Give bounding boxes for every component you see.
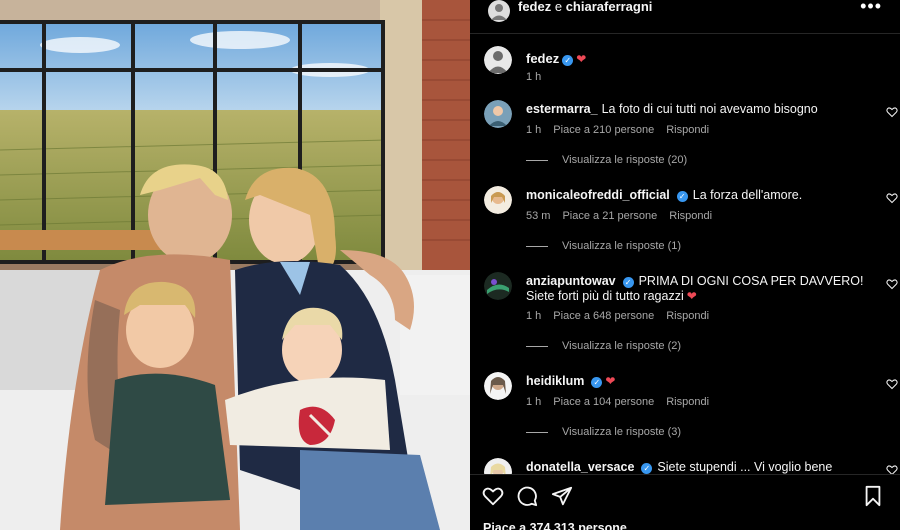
comment-username[interactable]: monicaleofreddi_official (526, 188, 670, 202)
red-heart-icon: ❤ (605, 374, 616, 388)
header-title: fedez e chiaraferragni (518, 0, 652, 14)
view-replies-button[interactable]: Visualizza le risposte (2) (526, 340, 681, 352)
caption-avatar[interactable] (484, 46, 512, 74)
caption-time: 1 h (526, 71, 542, 83)
comment-avatar[interactable] (484, 272, 512, 300)
comment-avatar[interactable] (484, 458, 512, 474)
view-replies-label[interactable]: Visualizza le risposte (1) (562, 240, 681, 252)
comment-text: monicaleofreddi_official ✓ La forza dell'a… (526, 188, 866, 203)
comment-item: estermarra_ La foto di cui tutti noi avev… (484, 100, 898, 170)
view-replies-button[interactable]: Visualizza le risposte (20) (526, 154, 687, 166)
comment-item: monicaleofreddi_official ✓ La forza dell'a… (484, 186, 898, 256)
comment-body: La foto di cui tutti noi avevamo bisogno (601, 102, 818, 116)
family-photo-illustration (0, 0, 470, 530)
replies-dash (526, 159, 548, 161)
comment-meta: 1 h Piace a 648 persone Rispondi (526, 310, 721, 322)
comment-text: anziapuntowav ✓ PRIMA DI OGNI COSA PER DAV… (526, 274, 866, 304)
comment-text: estermarra_ La foto di cui tutti noi avev… (526, 102, 866, 117)
comment-like-heart-icon[interactable] (886, 106, 898, 118)
reply-button[interactable]: Rispondi (666, 310, 709, 322)
comment-item: donatella_versace ✓ Siete stupendi ... Vi … (484, 458, 898, 474)
comment-likes[interactable]: Piace a 210 persone (553, 124, 654, 136)
reply-button[interactable]: Rispondi (666, 396, 709, 408)
comment-avatar[interactable] (484, 186, 512, 214)
verified-badge-icon: ✓ (641, 463, 653, 474)
comment-time: 53 m (526, 210, 551, 222)
comment-item: heidiklum ✓ ❤ 1 h Piace a 104 persone Rispon… (484, 372, 898, 442)
replies-dash (526, 245, 548, 247)
comment-like-heart-icon[interactable] (886, 192, 898, 204)
comments-scroll[interactable]: fedez ✓ ❤ 1 h estermarra_ La foto di cui tu… (470, 34, 900, 474)
comment-time: 1 h (526, 396, 542, 408)
comment-avatar[interactable] (484, 100, 512, 128)
verified-badge-icon: ✓ (562, 55, 574, 66)
comment-text: heidiklum ✓ ❤ (526, 374, 866, 389)
comment-username[interactable]: anziapuntowav (526, 274, 616, 288)
verified-badge-icon: ✓ (622, 277, 634, 288)
verified-badge-icon: ✓ (591, 377, 603, 388)
view-replies-label[interactable]: Visualizza le risposte (3) (562, 426, 681, 438)
post-panel: fedez e chiaraferragni ••• fedez✓❤ 1 h (470, 0, 900, 530)
caption-line: fedez ✓ ❤ (526, 50, 586, 68)
comment-like-heart-icon[interactable] (886, 278, 898, 290)
comment-meta: 1 h Piace a 104 persone Rispondi (526, 396, 721, 408)
comment-likes[interactable]: Piace a 104 persone (553, 396, 654, 408)
view-replies-label[interactable]: Visualizza le risposte (2) (562, 340, 681, 352)
heart-outline-icon[interactable] (482, 485, 504, 507)
replies-dash (526, 345, 548, 347)
red-heart-icon: ❤ (686, 289, 697, 303)
comment-username[interactable]: heidiklum (526, 374, 584, 388)
send-icon[interactable] (551, 485, 573, 507)
comment-body: Siete stupendi ... Vi voglio bene (657, 460, 833, 474)
comment-body: La forza dell'amore. (692, 188, 803, 202)
reply-button[interactable]: Rispondi (666, 124, 709, 136)
header-avatar[interactable] (488, 0, 510, 22)
view-replies-button[interactable]: Visualizza le risposte (3) (526, 426, 681, 438)
view-replies-button[interactable]: Visualizza le risposte (1) (526, 240, 681, 252)
bookmark-icon[interactable] (862, 485, 884, 507)
header-user-a[interactable]: fedez (518, 0, 551, 14)
post-photo[interactable] (0, 0, 470, 530)
post-caption: fedez ✓ ❤ 1 h (484, 44, 884, 84)
replies-dash (526, 431, 548, 433)
comment-username[interactable]: donatella_versace (526, 460, 634, 474)
header-connector: e (551, 0, 566, 14)
more-dots-icon[interactable]: ••• (860, 0, 882, 15)
caption-username[interactable]: fedez (526, 51, 559, 66)
post-header: fedez e chiaraferragni ••• (470, 0, 900, 34)
comment-item: anziapuntowav ✓ PRIMA DI OGNI COSA PER DAV… (484, 272, 898, 352)
reply-button[interactable]: Rispondi (669, 210, 712, 222)
comment-likes[interactable]: Piace a 648 persone (553, 310, 654, 322)
likes-count[interactable]: Piace a 374.313 persone (483, 521, 627, 530)
comment-meta: 53 m Piace a 21 persone Rispondi (526, 210, 724, 222)
comment-like-heart-icon[interactable] (886, 378, 898, 390)
comment-text: donatella_versace ✓ Siete stupendi ... Vi … (526, 460, 866, 474)
comment-likes[interactable]: Piace a 21 persone (562, 210, 657, 222)
comment-time: 1 h (526, 310, 542, 322)
comment-meta: 1 h Piace a 210 persone Rispondi (526, 124, 721, 136)
verified-badge-icon: ✓ (676, 191, 688, 202)
view-replies-label[interactable]: Visualizza le risposte (20) (562, 154, 687, 166)
header-user-b[interactable]: chiaraferragni (566, 0, 653, 14)
post-actions: Piace a 374.313 persone (470, 474, 900, 530)
comment-like-heart-icon[interactable] (886, 464, 898, 474)
comment-icon[interactable] (516, 485, 538, 507)
red-heart-icon: ❤ (576, 52, 587, 66)
comment-avatar[interactable] (484, 372, 512, 400)
comment-username[interactable]: estermarra_ (526, 102, 598, 116)
comment-time: 1 h (526, 124, 542, 136)
